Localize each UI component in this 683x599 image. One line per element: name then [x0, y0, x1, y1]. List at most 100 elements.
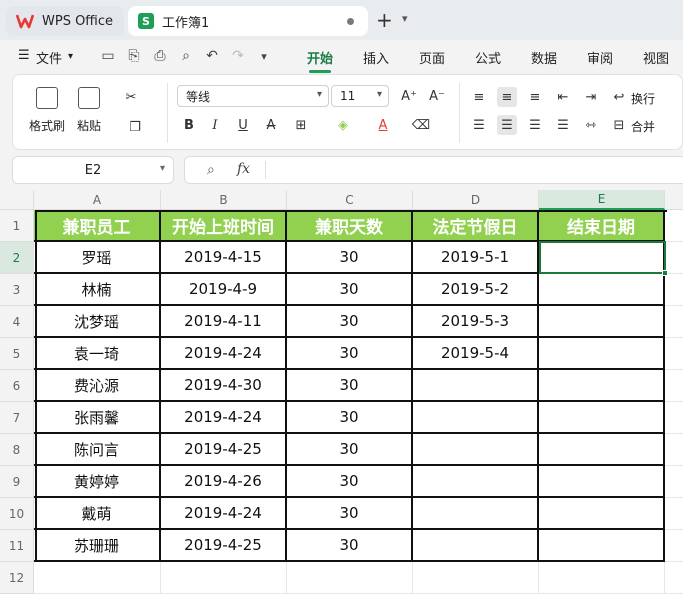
copy-icon[interactable]: ❐ [125, 117, 145, 137]
undo-icon[interactable]: ↶ [204, 48, 220, 64]
cell-e1[interactable]: 结束日期 [539, 210, 665, 242]
align-bottom-icon[interactable]: ≡ [525, 87, 545, 107]
file-menu[interactable]: 文件 [36, 48, 62, 67]
new-tab-button[interactable]: + [376, 8, 393, 32]
cell-b3[interactable]: 2019-4-9 [161, 274, 287, 306]
column-header-e[interactable]: E [539, 190, 665, 210]
redo-icon[interactable]: ↷ [230, 48, 246, 64]
cell-d10[interactable] [413, 498, 539, 530]
increase-font-icon[interactable]: A⁺ [399, 86, 419, 106]
cell-e8[interactable] [539, 434, 665, 466]
row-header-3[interactable]: 3 [0, 274, 34, 306]
tab-wps-office[interactable]: WPS Office [6, 6, 124, 36]
wrap-text-icon[interactable]: ↩ [609, 87, 629, 107]
cell-d2[interactable]: 2019-5-1 [413, 242, 539, 274]
cell-b6[interactable]: 2019-4-30 [161, 370, 287, 402]
paste-button[interactable]: 粘贴 [77, 87, 101, 134]
align-right-icon[interactable]: ☰ [525, 115, 545, 135]
cell-e3[interactable] [539, 274, 665, 306]
cell-f10[interactable] [665, 498, 683, 530]
cell-f9[interactable] [665, 466, 683, 498]
cell-f12[interactable] [665, 562, 683, 594]
cell-d4[interactable]: 2019-5-3 [413, 306, 539, 338]
cell-e9[interactable] [539, 466, 665, 498]
cell-b11[interactable]: 2019-4-25 [161, 530, 287, 562]
cell-d8[interactable] [413, 434, 539, 466]
cell-c2[interactable]: 30 [287, 242, 413, 274]
cell-b12[interactable] [161, 562, 287, 594]
strikethrough-icon[interactable]: A [261, 115, 281, 135]
borders-icon[interactable]: ⊞ [291, 115, 311, 135]
cell-b2[interactable]: 2019-4-15 [161, 242, 287, 274]
cell-c3[interactable]: 30 [287, 274, 413, 306]
decrease-font-icon[interactable]: A⁻ [427, 86, 447, 106]
align-left-icon[interactable]: ☰ [469, 115, 489, 135]
cell-b8[interactable]: 2019-4-25 [161, 434, 287, 466]
cell-c7[interactable]: 30 [287, 402, 413, 434]
cell-d1[interactable]: 法定节假日 [413, 210, 539, 242]
row-header-4[interactable]: 4 [0, 306, 34, 338]
cell-d11[interactable] [413, 530, 539, 562]
cell-c11[interactable]: 30 [287, 530, 413, 562]
tab-page[interactable]: 页面 [419, 48, 445, 67]
wrap-text-label[interactable]: 换行 [631, 90, 655, 107]
indent-increase-icon[interactable]: ⇥ [581, 87, 601, 107]
font-name-select[interactable]: 等线 ▾ [177, 85, 329, 107]
cell-f1[interactable] [665, 210, 683, 242]
cell-f3[interactable] [665, 274, 683, 306]
cut-icon[interactable]: ✂ [121, 87, 141, 107]
column-header-a[interactable]: A [34, 190, 161, 210]
row-header-12[interactable]: 12 [0, 562, 34, 594]
cell-c10[interactable]: 30 [287, 498, 413, 530]
italic-icon[interactable]: I [205, 115, 225, 135]
bold-icon[interactable]: B [179, 115, 199, 135]
cell-d12[interactable] [413, 562, 539, 594]
cell-e6[interactable] [539, 370, 665, 402]
cell-f7[interactable] [665, 402, 683, 434]
align-top-icon[interactable]: ≡ [469, 87, 489, 107]
cell-d6[interactable] [413, 370, 539, 402]
indent-decrease-icon[interactable]: ⇤ [553, 87, 573, 107]
name-box[interactable]: E2 ▾ [12, 156, 174, 184]
distributed-icon[interactable]: ⇿ [581, 115, 601, 135]
cell-f8[interactable] [665, 434, 683, 466]
column-header-c[interactable]: C [287, 190, 413, 210]
tab-workbook[interactable]: S 工作簿1 [128, 6, 368, 36]
cell-c4[interactable]: 30 [287, 306, 413, 338]
justify-icon[interactable]: ☰ [553, 115, 573, 135]
print-preview-icon[interactable]: ⌕ [178, 48, 194, 64]
cell-f4[interactable] [665, 306, 683, 338]
cell-a4[interactable]: 沈梦瑶 [34, 306, 161, 338]
cell-d5[interactable]: 2019-5-4 [413, 338, 539, 370]
tab-view[interactable]: 视图 [643, 48, 669, 67]
cell-a8[interactable]: 陈问言 [34, 434, 161, 466]
cell-a11[interactable]: 苏珊珊 [34, 530, 161, 562]
font-size-select[interactable]: 11 ▾ [331, 85, 389, 107]
cell-a10[interactable]: 戴萌 [34, 498, 161, 530]
column-header-b[interactable]: B [161, 190, 287, 210]
cell-b10[interactable]: 2019-4-24 [161, 498, 287, 530]
save-icon[interactable]: ▭ [100, 48, 116, 64]
row-header-2[interactable]: 2 [0, 242, 34, 274]
cell-c12[interactable] [287, 562, 413, 594]
cell-a6[interactable]: 费沁源 [34, 370, 161, 402]
row-header-9[interactable]: 9 [0, 466, 34, 498]
cell-d7[interactable] [413, 402, 539, 434]
cell-b1[interactable]: 开始上班时间 [161, 210, 287, 242]
tab-insert[interactable]: 插入 [363, 48, 389, 67]
cell-e12[interactable] [539, 562, 665, 594]
row-header-10[interactable]: 10 [0, 498, 34, 530]
cell-a9[interactable]: 黄婷婷 [34, 466, 161, 498]
cell-a1[interactable]: 兼职员工 [34, 210, 161, 242]
cell-d3[interactable]: 2019-5-2 [413, 274, 539, 306]
tab-data[interactable]: 数据 [531, 48, 557, 67]
cell-b4[interactable]: 2019-4-11 [161, 306, 287, 338]
cell-b5[interactable]: 2019-4-24 [161, 338, 287, 370]
cell-e5[interactable] [539, 338, 665, 370]
tab-home[interactable]: 开始 [307, 48, 333, 73]
tab-review[interactable]: 审阅 [587, 48, 613, 67]
cell-a3[interactable]: 林楠 [34, 274, 161, 306]
tab-formula[interactable]: 公式 [475, 48, 501, 67]
clear-format-icon[interactable]: ⌫ [411, 115, 431, 135]
format-painter-button[interactable]: 格式刷 [29, 87, 65, 134]
